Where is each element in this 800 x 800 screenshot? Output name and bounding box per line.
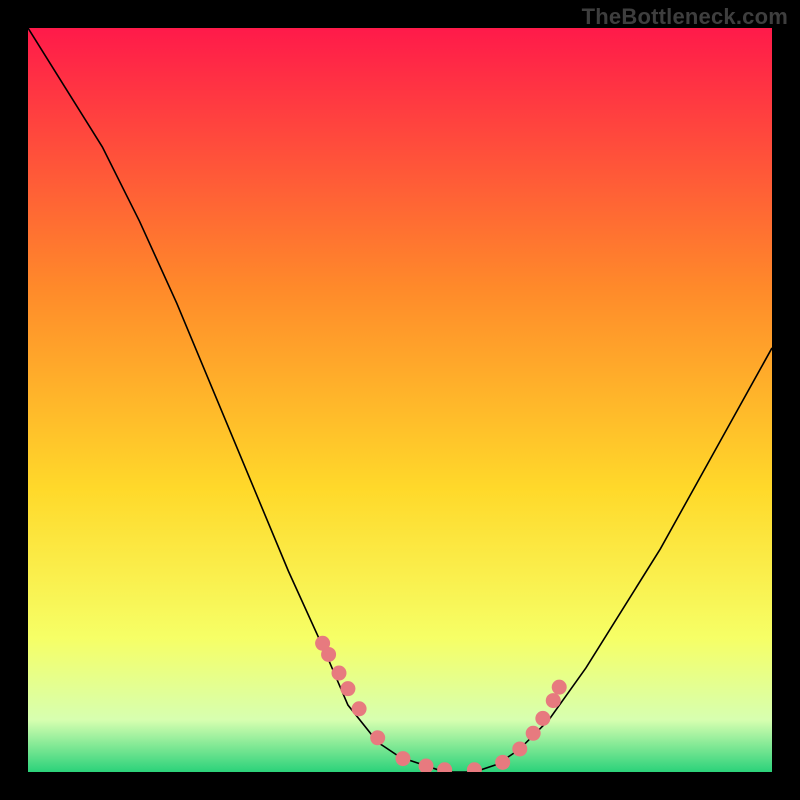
marker-dot [352, 701, 367, 716]
highlight-markers [28, 28, 772, 772]
marker-dot [512, 741, 527, 756]
marker-dot [437, 762, 452, 772]
marker-dot [495, 755, 510, 770]
chart-frame: TheBottleneck.com [0, 0, 800, 800]
marker-dot [395, 751, 410, 766]
marker-dot [552, 680, 567, 695]
marker-dot [535, 711, 550, 726]
marker-dot [321, 647, 336, 662]
watermark-text: TheBottleneck.com [582, 4, 788, 30]
marker-dot [526, 726, 541, 741]
marker-dot [370, 730, 385, 745]
marker-dot [340, 681, 355, 696]
marker-dot [546, 693, 561, 708]
marker-dot [419, 759, 434, 772]
plot-area [28, 28, 772, 772]
marker-dot [331, 666, 346, 681]
marker-dot [467, 762, 482, 772]
